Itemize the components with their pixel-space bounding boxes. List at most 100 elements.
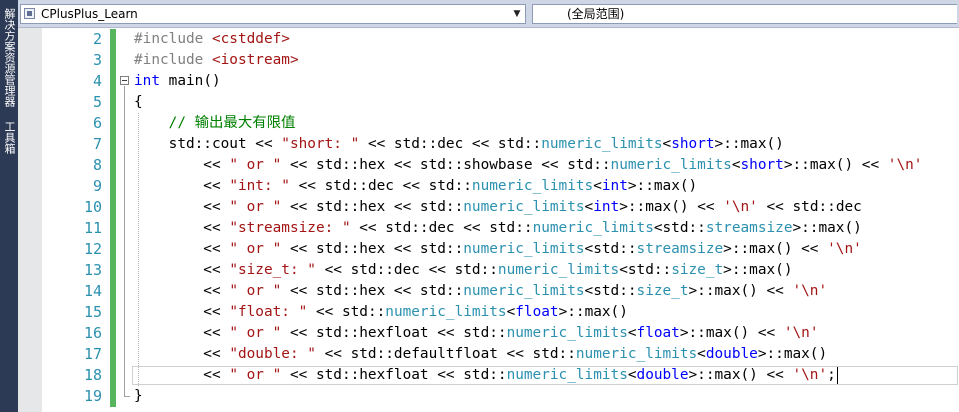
code-token: >::max() <box>723 262 793 278</box>
line-number: 10 <box>83 198 102 216</box>
code-token: numeric_limits <box>471 178 594 194</box>
code-token: >::max() << <box>619 199 724 215</box>
change-indicator <box>110 323 116 344</box>
code-text: // 输出最大有限值 <box>134 113 296 134</box>
code-line[interactable]: 15 << "float: " << std::numeric_limits<f… <box>18 302 959 323</box>
code-token: size_t <box>636 283 689 299</box>
code-token: << std::dec << std:: <box>315 262 498 278</box>
scope-dropdown[interactable]: (全局范围) <box>532 4 957 24</box>
code-token: streamsize <box>636 241 724 257</box>
code-token: < <box>731 157 741 173</box>
line-number: 4 <box>92 72 102 90</box>
code-line[interactable]: 5{ <box>18 92 959 113</box>
code-line[interactable]: 7 std::cout << "short: " << std::dec << … <box>18 134 959 155</box>
code-token: <iostream> <box>211 52 299 68</box>
line-number: 12 <box>83 240 102 258</box>
code-text: << " or " << std::hex << std::numeric_li… <box>134 239 862 260</box>
code-token: " or " <box>229 241 282 257</box>
change-indicator <box>110 239 116 260</box>
line-number: 17 <box>83 345 102 363</box>
code-line[interactable]: 12 << " or " << std::hex << std::numeric… <box>18 239 959 260</box>
code-line[interactable]: 4 int main() <box>18 71 959 92</box>
change-indicator <box>110 386 116 407</box>
code-token: #include <box>134 31 212 47</box>
code-line[interactable]: 6 // 输出最大有限值 <box>18 113 959 134</box>
code-text: << "int: " << std::dec << std::numeric_l… <box>134 176 697 197</box>
code-text: } <box>134 386 143 407</box>
change-indicator <box>110 176 116 197</box>
code-token: < <box>627 325 637 341</box>
code-token: << <box>134 157 230 173</box>
code-token: << <box>134 262 230 278</box>
code-token: << <box>134 199 230 215</box>
code-line[interactable]: 16 << " or " << std::hexfloat << std::nu… <box>18 323 959 344</box>
code-token: numeric_limits <box>506 367 628 383</box>
code-token: << <box>134 178 230 194</box>
change-indicator <box>110 134 116 155</box>
code-line[interactable]: 18 << " or " << std::hexfloat << std::nu… <box>18 365 959 386</box>
code-token: << std::defaultfloat << std:: <box>315 346 576 362</box>
code-line[interactable]: 14 << " or " << std::hex << std::numeric… <box>18 281 959 302</box>
code-token: << <box>134 325 230 341</box>
code-line[interactable]: 13 << "size_t: " << std::dec << std::num… <box>18 260 959 281</box>
code-token: numeric_limits <box>506 325 628 341</box>
code-token: int <box>601 178 628 194</box>
code-token: < <box>662 136 672 152</box>
code-token: #include <box>134 52 212 68</box>
code-text: << "double: " << std::defaultfloat << st… <box>134 344 827 365</box>
code-token: << <box>134 304 230 320</box>
line-number: 7 <box>92 135 102 153</box>
code-token: "int: " <box>229 178 290 194</box>
tool-window-strip: 解决方案资源管理器 工具箱 <box>0 0 18 412</box>
code-line[interactable]: 11 << "streamsize: " << std::dec << std:… <box>18 218 959 239</box>
code-line[interactable]: 9 << "int: " << std::dec << std::numeric… <box>18 176 959 197</box>
toolbox-tab[interactable]: 工具箱 <box>1 119 17 156</box>
chevron-down-icon[interactable]: ▼ <box>511 5 523 23</box>
code-token: << std::dec << std:: <box>359 136 542 152</box>
change-indicator <box>110 260 116 281</box>
code-token: "size_t: " <box>229 262 316 278</box>
line-number: 3 <box>92 51 102 69</box>
code-token: float <box>636 325 680 341</box>
code-token: " or " <box>229 157 282 173</box>
code-editor[interactable]: 2 #include <cstddef> 3 #include <iostream> 4… <box>18 28 959 412</box>
code-line[interactable]: 10 << " or " << std::hex << std::numeric… <box>18 197 959 218</box>
change-indicator <box>110 302 116 323</box>
change-indicator <box>110 155 116 176</box>
code-token: < <box>697 346 706 362</box>
code-token: int <box>593 199 620 215</box>
change-indicator <box>110 344 116 365</box>
navigation-bar: CPlusPlus_Learn ▼ (全局范围) <box>18 0 959 28</box>
code-token: >::max() <box>714 136 784 152</box>
line-number: 2 <box>92 30 102 48</box>
code-token: numeric_limits <box>463 199 585 215</box>
code-token: int <box>134 73 160 89</box>
line-number: 15 <box>83 303 102 321</box>
code-line[interactable]: 8 << " or " << std::hex << std::showbase… <box>18 155 959 176</box>
code-text: int main() <box>134 71 221 92</box>
code-token: << std::hex << std:: <box>281 199 464 215</box>
code-text: << " or " << std::hex << std::numeric_li… <box>134 197 862 218</box>
solution-explorer-tab[interactable]: 解决方案资源管理器 <box>1 6 17 109</box>
scope-label: (全局范围) <box>567 7 625 21</box>
code-token: // 输出最大有限值 <box>168 115 296 131</box>
code-token: '\n' <box>887 157 923 173</box>
code-line[interactable]: 2 #include <cstddef> <box>18 29 959 50</box>
project-dropdown[interactable]: CPlusPlus_Learn ▼ <box>20 4 526 24</box>
code-token: numeric_limits <box>575 346 698 362</box>
code-line[interactable]: 17 << "double: " << std::defaultfloat <<… <box>18 344 959 365</box>
code-line[interactable]: 19} <box>18 386 959 407</box>
code-token: <std:: <box>584 283 637 299</box>
code-line[interactable]: 3 #include <iostream> <box>18 50 959 71</box>
change-indicator <box>110 29 116 50</box>
code-token: < <box>593 178 602 194</box>
change-indicator <box>110 92 116 113</box>
code-token: '\n' <box>827 241 862 257</box>
collapse-icon[interactable] <box>120 76 129 85</box>
code-token: '\n' <box>723 199 758 215</box>
code-token: numeric_limits <box>463 241 585 257</box>
change-indicator <box>110 218 116 239</box>
line-number: 5 <box>92 93 102 111</box>
code-token: >::max() << <box>688 283 793 299</box>
